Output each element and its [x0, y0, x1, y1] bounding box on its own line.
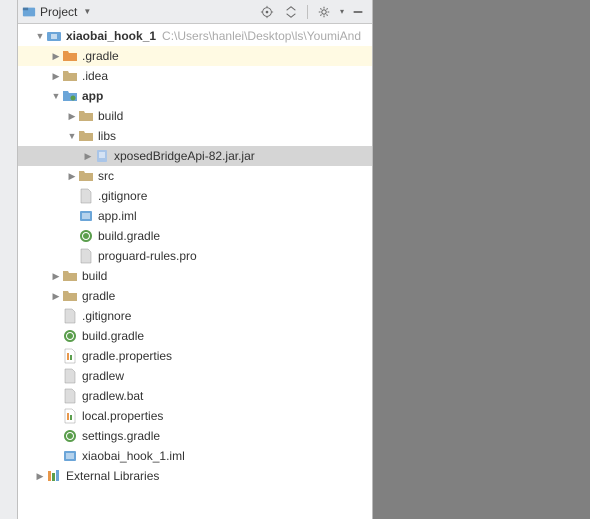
tree-item-idea[interactable]: ▶ .idea — [18, 66, 372, 86]
jar-icon — [94, 148, 110, 164]
item-label: settings.gradle — [82, 429, 160, 443]
folder-icon — [62, 288, 78, 304]
item-label: .idea — [82, 69, 108, 83]
tree-item-app-build[interactable]: ▶ build — [18, 106, 372, 126]
chevron-right-icon[interactable]: ▶ — [34, 471, 46, 482]
item-label: xposedBridgeApi-82.jar.jar — [114, 149, 255, 163]
tree-item-external-libs[interactable]: ▶ External Libraries — [18, 466, 372, 486]
item-label: gradle.properties — [82, 349, 172, 363]
tree-item-app[interactable]: ▼ app — [18, 86, 372, 106]
module-icon — [46, 28, 62, 44]
item-label: libs — [98, 129, 116, 143]
gear-dropdown-icon[interactable]: ▾ — [340, 7, 344, 16]
module-folder-icon — [62, 88, 78, 104]
file-icon — [62, 368, 78, 384]
tree-item-app-build-gradle[interactable]: build.gradle — [18, 226, 372, 246]
item-label: src — [98, 169, 114, 183]
tree-item-app-iml[interactable]: app.iml — [18, 206, 372, 226]
project-tree[interactable]: ▼ xiaobai_hook_1 C:\Users\hanlei\Desktop… — [18, 24, 372, 519]
tree-item-gradlew-bat[interactable]: gradlew.bat — [18, 386, 372, 406]
tree-item-app-gitignore[interactable]: .gitignore — [18, 186, 372, 206]
tree-item-local-properties[interactable]: local.properties — [18, 406, 372, 426]
gradle-icon — [62, 428, 78, 444]
item-label: build.gradle — [82, 329, 144, 343]
item-label: app — [82, 89, 103, 103]
chevron-right-icon[interactable]: ▶ — [50, 71, 62, 82]
folder-icon — [62, 268, 78, 284]
chevron-right-icon[interactable]: ▶ — [50, 271, 62, 282]
folder-icon — [78, 128, 94, 144]
panel-header: Project ▼ ▾ — [18, 0, 372, 24]
chevron-down-icon[interactable]: ▼ — [66, 131, 78, 141]
tree-item-proguard[interactable]: proguard-rules.pro — [18, 246, 372, 266]
tree-item-gitignore[interactable]: .gitignore — [18, 306, 372, 326]
tree-item-gradlew[interactable]: gradlew — [18, 366, 372, 386]
root-name: xiaobai_hook_1 — [66, 29, 156, 43]
properties-icon — [62, 408, 78, 424]
folder-icon — [62, 68, 78, 84]
tree-item-xposed-jar[interactable]: ▶ xposedBridgeApi-82.jar.jar — [18, 146, 372, 166]
item-label: .gitignore — [82, 309, 131, 323]
item-label: app.iml — [98, 209, 137, 223]
gradle-icon — [62, 328, 78, 344]
chevron-right-icon[interactable]: ▶ — [82, 151, 94, 162]
tree-item-project-iml[interactable]: xiaobai_hook_1.iml — [18, 446, 372, 466]
tree-item-build-gradle[interactable]: build.gradle — [18, 326, 372, 346]
tree-root[interactable]: ▼ xiaobai_hook_1 C:\Users\hanlei\Desktop… — [18, 26, 372, 46]
chevron-right-icon[interactable]: ▶ — [66, 171, 78, 182]
panel-title: Project — [40, 5, 77, 19]
file-icon — [78, 188, 94, 204]
project-icon — [22, 5, 36, 19]
file-icon — [62, 388, 78, 404]
gradle-icon — [78, 228, 94, 244]
chevron-down-icon[interactable]: ▼ — [34, 31, 46, 41]
folder-icon — [62, 48, 78, 64]
left-gutter — [0, 0, 18, 519]
file-icon — [62, 308, 78, 324]
chevron-right-icon[interactable]: ▶ — [50, 51, 62, 62]
tree-item-app-src[interactable]: ▶ src — [18, 166, 372, 186]
item-label: External Libraries — [66, 469, 159, 483]
folder-icon — [78, 108, 94, 124]
item-label: build — [98, 109, 123, 123]
libraries-icon — [46, 468, 62, 484]
editor-area — [373, 0, 590, 519]
collapse-icon[interactable] — [281, 3, 301, 21]
tree-item-settings-gradle[interactable]: settings.gradle — [18, 426, 372, 446]
tree-item-gradle-properties[interactable]: gradle.properties — [18, 346, 372, 366]
hide-icon[interactable] — [348, 3, 368, 21]
item-label: xiaobai_hook_1.iml — [82, 449, 185, 463]
folder-icon — [78, 168, 94, 184]
item-label: .gitignore — [98, 189, 147, 203]
properties-icon — [62, 348, 78, 364]
item-label: build — [82, 269, 107, 283]
gear-icon[interactable] — [314, 3, 334, 21]
dropdown-icon[interactable]: ▼ — [83, 7, 91, 16]
iml-icon — [62, 448, 78, 464]
separator — [307, 5, 308, 19]
tree-item-gradle-dir[interactable]: ▶ .gradle — [18, 46, 372, 66]
item-label: .gradle — [82, 49, 119, 63]
item-label: gradlew.bat — [82, 389, 143, 403]
tree-item-gradle[interactable]: ▶ gradle — [18, 286, 372, 306]
item-label: build.gradle — [98, 229, 160, 243]
chevron-right-icon[interactable]: ▶ — [50, 291, 62, 302]
chevron-down-icon[interactable]: ▼ — [50, 91, 62, 101]
root-path: C:\Users\hanlei\Desktop\ls\YoumiAnd — [162, 29, 361, 43]
project-panel: Project ▼ ▾ ▼ xiaobai_hook_1 C:\Users\ha… — [18, 0, 373, 519]
item-label: gradle — [82, 289, 115, 303]
file-icon — [78, 248, 94, 264]
tree-item-app-libs[interactable]: ▼ libs — [18, 126, 372, 146]
iml-icon — [78, 208, 94, 224]
tree-item-build[interactable]: ▶ build — [18, 266, 372, 286]
chevron-right-icon[interactable]: ▶ — [66, 111, 78, 122]
item-label: gradlew — [82, 369, 124, 383]
item-label: proguard-rules.pro — [98, 249, 197, 263]
item-label: local.properties — [82, 409, 163, 423]
locate-icon[interactable] — [257, 3, 277, 21]
